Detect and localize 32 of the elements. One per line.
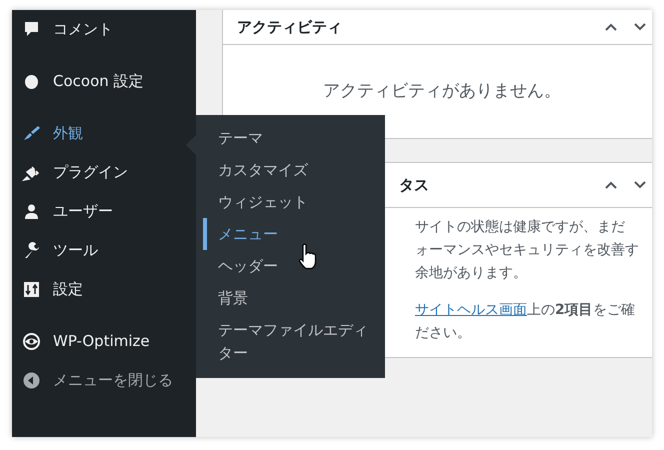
status-text: 上の2項目をご確 [527,302,635,318]
speech-bubble-icon [22,20,41,39]
status-text: サイトの状態は健康ですが、まだ [415,218,626,237]
user-icon [22,202,41,221]
sidebar-item[interactable]: 外観 [12,114,196,153]
widget-title: アクティビティ [237,16,343,38]
status-text: ォーマンスやセキュリティを改善す [415,241,640,260]
submenu-item[interactable]: 背景 [203,282,369,314]
sidebar-item[interactable]: コメント [12,10,196,49]
sidebar-item[interactable]: Cocoon 設定 [12,62,196,101]
collapse-icon [22,371,41,390]
sidebar-item[interactable]: プラグイン [12,153,196,192]
sidebar-item[interactable]: ユーザー [12,192,196,231]
submenu-item[interactable]: カスタマイズ [203,154,369,186]
brush-icon [22,124,41,143]
widget-title: タス [399,174,430,196]
submenu-item[interactable]: テーマ [203,122,369,154]
sidebar-item[interactable]: 設定 [12,270,196,309]
sliders-icon [22,280,41,299]
submenu-item[interactable]: テーマファイルエディター [203,314,369,369]
empty-message: アクティビティがありません。 [323,80,561,103]
circle-icon [22,72,41,91]
submenu-item[interactable]: ウィジェット [203,186,369,218]
eye-icon [22,332,41,351]
status-text: ださい。 [415,324,472,343]
sidebar-item[interactable]: WP-Optimize [12,322,196,361]
status-text: 余地があります。 [415,264,528,283]
site-health-link[interactable]: サイトヘルス画面 [415,302,527,318]
submenu-item[interactable]: ヘッダー [203,250,369,282]
sidebar-item[interactable]: ツール [12,231,196,270]
hand-cursor-icon [297,243,317,270]
collapse-menu-link[interactable]: メニューを閉じる [12,361,196,400]
